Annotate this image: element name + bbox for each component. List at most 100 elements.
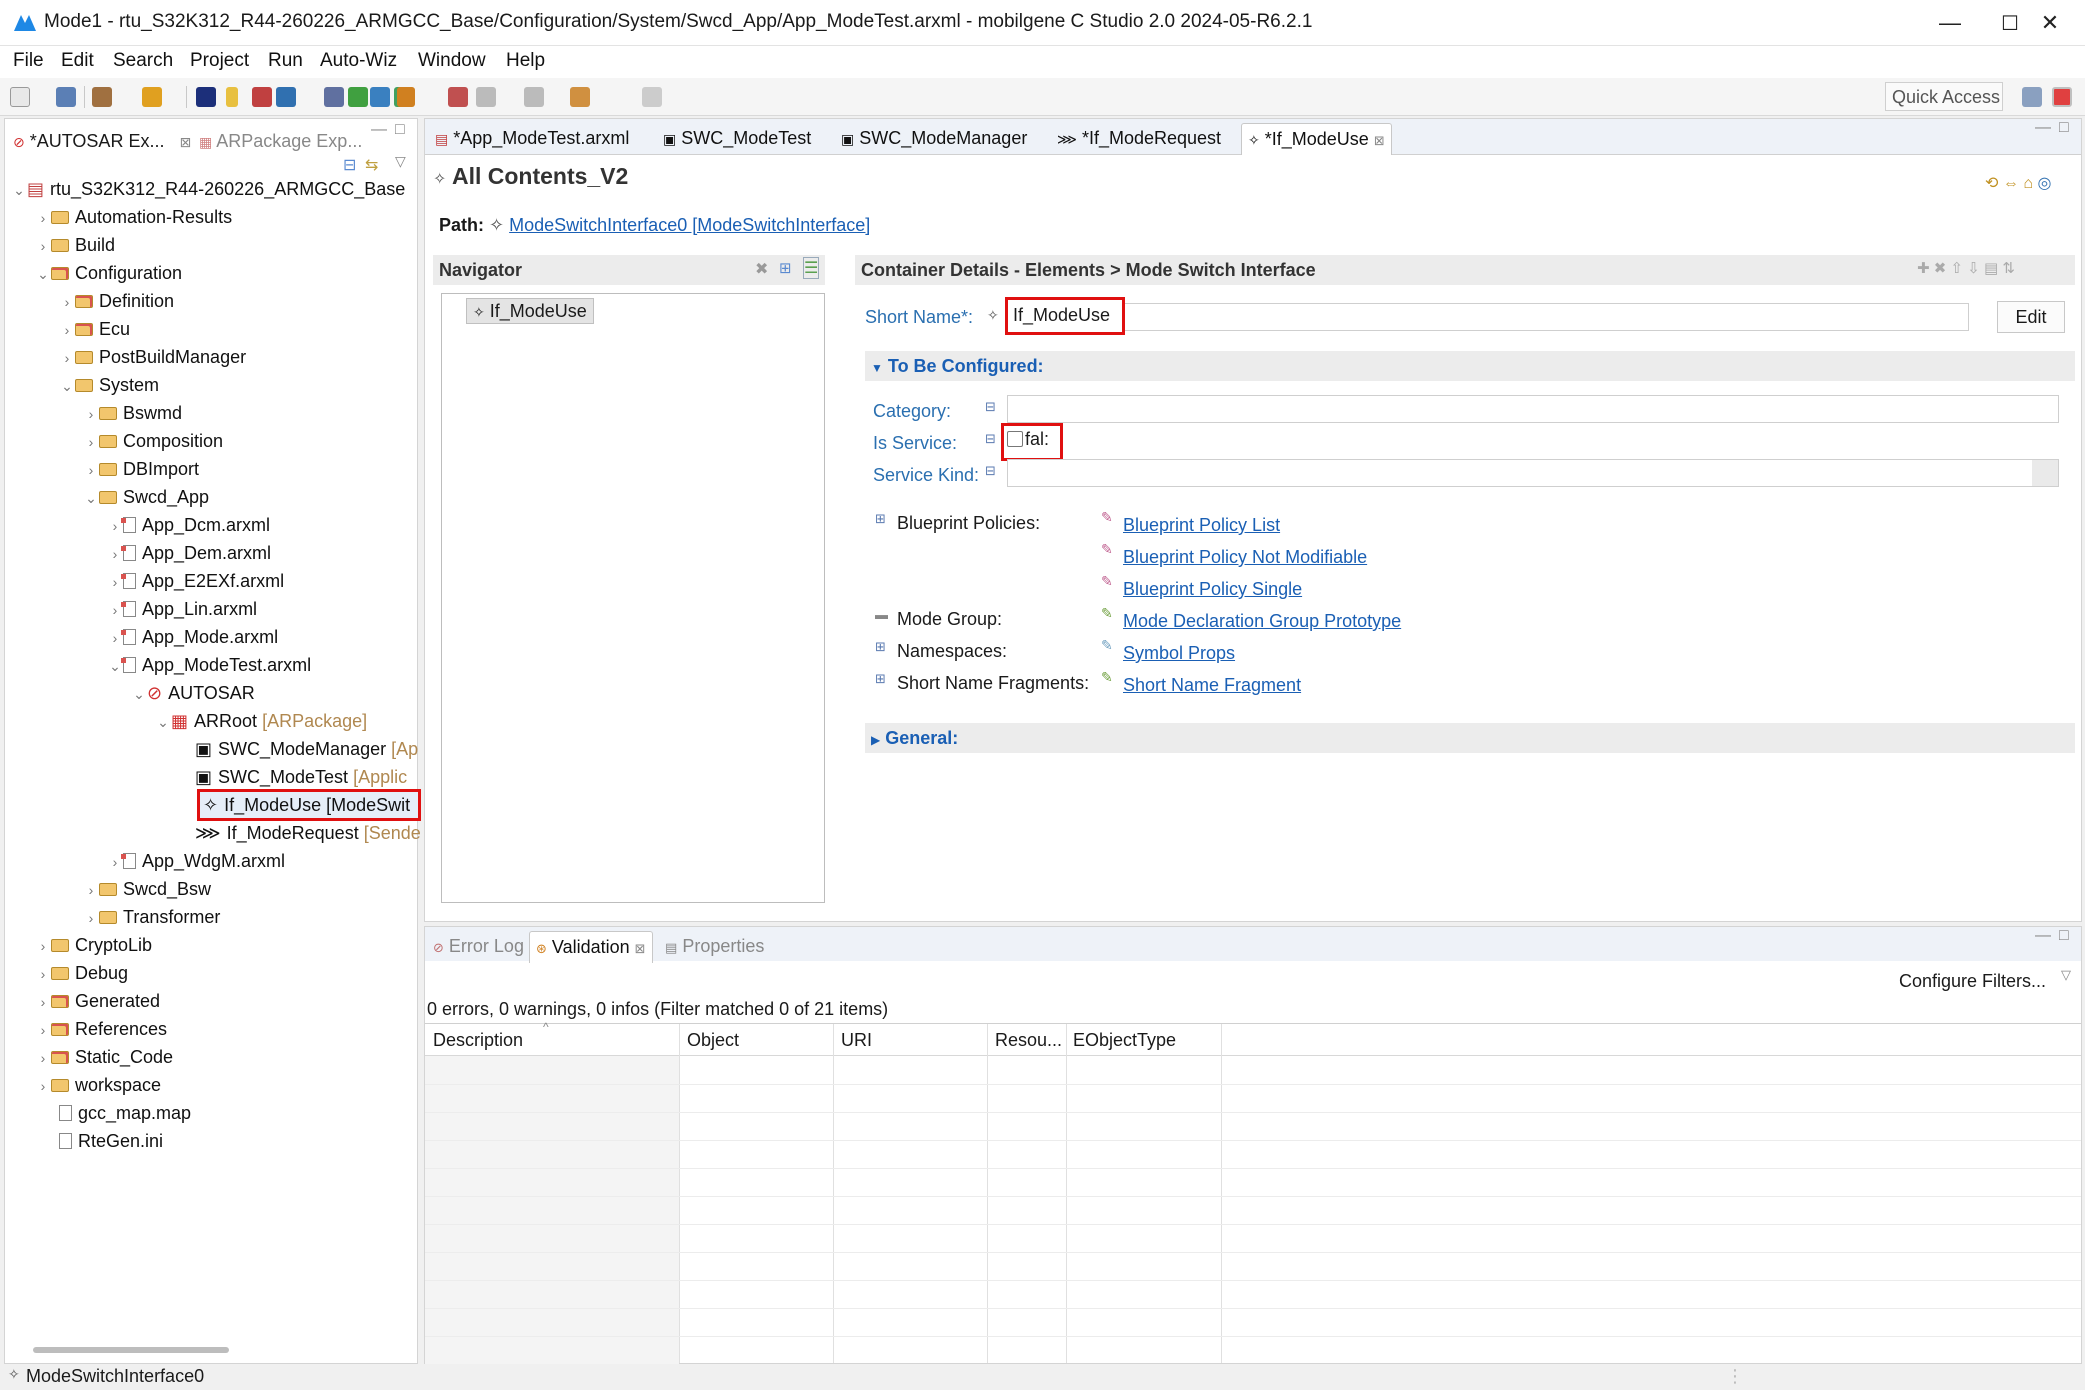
help-icon[interactable]: ◎ [2037,175,2051,192]
swap-icon[interactable]: ⇔ [2003,175,2019,192]
tab-swc-modemanager[interactable]: ▣ SWC_ModeManager [835,123,1033,155]
collapse-icon[interactable]: ⊞ [779,259,792,277]
tree-item-swcd-app[interactable]: ⌄ Swcd_App [83,483,209,511]
module-icon[interactable] [324,87,344,107]
service-kind-dropdown[interactable] [1007,459,2059,487]
tab-if-moderequest[interactable]: ⋙ *If_ModeRequest [1051,123,1227,155]
tree-item-references[interactable]: › References [35,1015,167,1043]
checkbox-icon[interactable] [1007,431,1023,447]
generate-icon[interactable] [252,87,272,107]
quick-access-input[interactable]: Quick Access [1885,82,2003,111]
configure-filters-link[interactable]: Configure Filters... [1899,971,2046,992]
next-annotation-icon[interactable] [476,87,496,107]
blueprint-policy-list-link[interactable]: Blueprint Policy List [1123,515,1280,536]
column-description[interactable]: Description [433,1030,523,1051]
tool-icon[interactable] [276,87,296,107]
view-menu-icon[interactable]: ▽ [2061,967,2071,983]
filter-icon[interactable]: ☰ [803,257,820,279]
tree-item-dbimport[interactable]: › DBImport [83,455,199,483]
debug-icon[interactable] [448,87,468,107]
symbol-props-link[interactable]: Symbol Props [1123,643,1235,664]
tree-item-swc-modemanager[interactable]: ▣ SWC_ModeManager [Ap [179,735,418,763]
tree-item-app-lin[interactable]: › App_Lin.arxml [107,595,257,623]
menu-edit[interactable]: Edit [61,50,94,72]
path-link[interactable]: ModeSwitchInterface0 [ModeSwitchInterfac… [509,215,870,235]
tree-item-postbuildmanager[interactable]: › PostBuildManager [59,343,246,371]
tree-item-if-moderequest[interactable]: ⋙ If_ModeRequest [Sende [179,819,421,847]
tab-error-log[interactable]: ⊘ Error Log [427,931,530,963]
tab-swc-modetest[interactable]: ▣ SWC_ModeTest [657,123,817,155]
sync-icon[interactable]: ⟲ [1985,175,1998,192]
tree-item-app-dem[interactable]: › App_Dem.arxml [107,539,271,567]
close-icon[interactable]: ⊠ [635,941,646,956]
to-be-configured-section[interactable]: ▼ To Be Configured: [865,351,2075,381]
tree-item-system[interactable]: ⌄ System [59,371,159,399]
tree-item-app-modetest[interactable]: ⌄ App_ModeTest.arxml [107,651,311,679]
tab-arpackage-explorer[interactable]: ▦ ARPackage Exp... [191,125,370,159]
star-icon[interactable] [226,87,238,107]
tab-if-modeuse[interactable]: ✧ *If_ModeUse ⊠ [1241,123,1392,155]
short-name-value[interactable]: If_ModeUse [1005,297,1125,335]
minimize-view-icon[interactable]: — [2035,119,2051,137]
tree-item-cryptolib[interactable]: › CryptoLib [35,931,152,959]
sort-icon[interactable]: ⇅ [2002,260,2015,277]
tab-properties[interactable]: ▤ Properties [659,931,770,963]
remove-icon[interactable]: ✖ [755,259,768,279]
general-section[interactable]: ▶ General: [865,723,2075,753]
tree-item-swc-modetest[interactable]: ▣ SWC_ModeTest [Applic [179,763,407,791]
tree-item-automation-results[interactable]: › Automation-Results [35,203,232,231]
menu-window[interactable]: Window [418,50,486,72]
tree-item-app-dcm[interactable]: › App_Dcm.arxml [107,511,270,539]
minimize-view-icon[interactable]: — [371,121,387,139]
dropdown-arrow-icon[interactable] [2032,460,2058,486]
link-with-editor-icon[interactable]: ⇆ [365,155,378,175]
menu-project[interactable]: Project [190,50,249,72]
move-down-icon[interactable]: ⇩ [1967,260,1980,277]
maximize-view-icon[interactable]: □ [395,121,405,139]
ecu-icon[interactable] [348,87,368,107]
minimize-view-icon[interactable]: — [2035,927,2051,945]
editor-icon[interactable]: ▤ [1984,260,1998,277]
tab-autosar-explorer[interactable]: ⊘ *AUTOSAR Ex... ⊠ [5,125,200,159]
tree-item-definition[interactable]: › Definition [59,287,174,315]
navigator-item[interactable]: ✧ If_ModeUse [466,298,594,324]
blueprint-policy-single-link[interactable]: Blueprint Policy Single [1123,579,1302,600]
link-icon[interactable] [370,87,390,107]
column-object[interactable]: Object [687,1030,739,1051]
column-eobjecttype[interactable]: EObjectType [1073,1030,1176,1051]
collapse-all-icon[interactable]: ⊟ [343,155,356,175]
maximize-view-icon[interactable]: □ [2059,119,2069,137]
tree-item-composition[interactable]: › Composition [83,427,223,455]
forward-icon[interactable] [642,87,662,107]
tree-item-static-code[interactable]: › Static_Code [35,1043,173,1071]
tree-item-generated[interactable]: › Generated [35,987,160,1015]
tree-item-workspace[interactable]: › workspace [35,1071,161,1099]
close-button[interactable]: ✕ [2020,0,2080,46]
tree-item-app-mode[interactable]: › App_Mode.arxml [107,623,278,651]
save-icon[interactable] [56,87,76,107]
edit-button[interactable]: Edit [1997,301,2065,333]
build-icon[interactable] [92,87,112,107]
tree-item-autosar[interactable]: ⌄ ⊘ AUTOSAR [131,679,255,707]
column-resource[interactable]: Resou... [995,1030,1062,1051]
new-icon[interactable] [10,87,30,107]
tree-item-transformer[interactable]: › Transformer [83,903,221,931]
close-icon[interactable]: ⊠ [1374,133,1385,148]
blueprint-policy-not-modifiable-link[interactable]: Blueprint Policy Not Modifiable [1123,547,1367,568]
perspective-icon[interactable] [2022,87,2042,107]
wizard-icon[interactable] [142,87,162,107]
home-icon[interactable]: ⌂ [2023,175,2033,192]
tab-validation[interactable]: ⊛ Validation ⊠ [529,931,653,963]
tree-item-arroot[interactable]: ⌄ ▦ ARRoot [ARPackage] [155,707,367,735]
tree-item-project[interactable]: ⌄ ▤ rtu_S32K312_R44-260226_ARMGCC_Base [11,175,405,203]
menu-search[interactable]: Search [113,50,173,72]
tree-item-configuration[interactable]: ⌄ Configuration [35,259,182,287]
tree-item-if-modeuse[interactable]: ✧ If_ModeUse [ModeSwit [197,789,421,821]
tree-item-gcc-map[interactable]: gcc_map.map [59,1099,191,1127]
short-name-fragment-link[interactable]: Short Name Fragment [1123,675,1301,696]
delete-icon[interactable]: ✖ [1934,260,1947,277]
prev-annotation-icon[interactable] [524,87,544,107]
short-name-field[interactable] [1005,303,1969,331]
is-service-checkbox[interactable]: fal: [1001,423,1063,461]
menu-file[interactable]: File [13,50,44,72]
